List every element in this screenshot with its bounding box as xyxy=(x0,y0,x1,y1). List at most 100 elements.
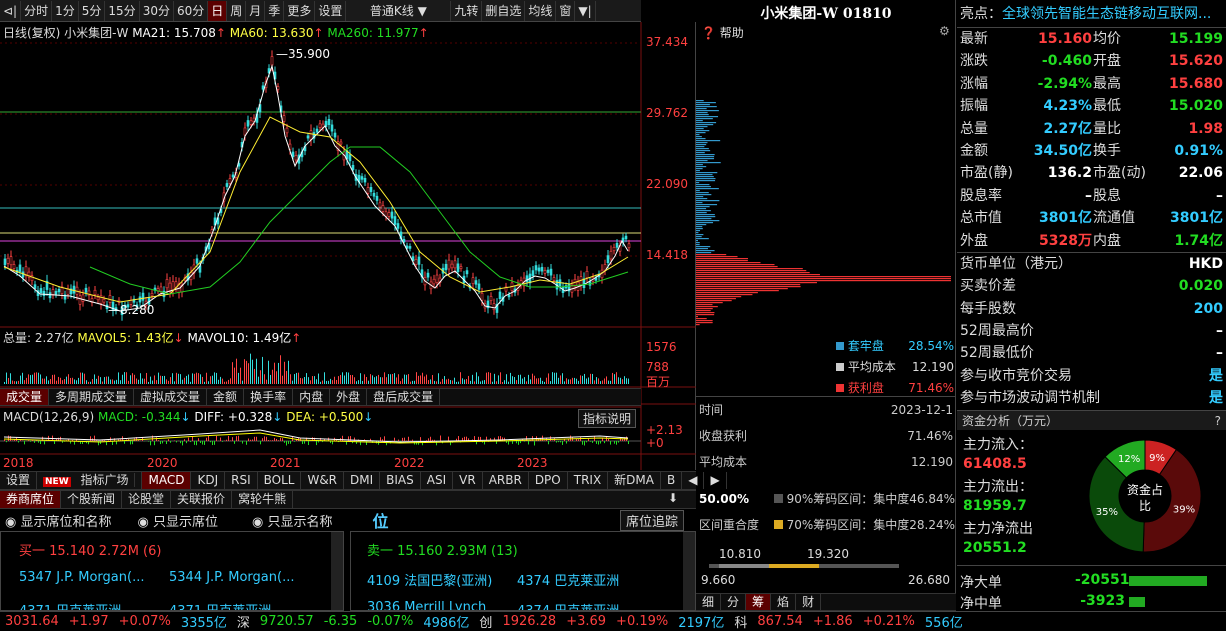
diff-value: DIFF: +0.328 xyxy=(194,410,273,424)
tab-indicator-square[interactable]: NEW 指标广场 xyxy=(37,472,143,489)
period-tab[interactable]: 60分 xyxy=(174,0,209,21)
quote-value: 15.680 xyxy=(1168,75,1223,92)
period-tab[interactable]: 30分 xyxy=(140,0,174,21)
prev-icon[interactable]: ⊲| xyxy=(0,0,22,21)
delete-watchlist-button[interactable]: 删自选 xyxy=(482,0,526,21)
quote-row: 总量 2.27亿 量比 1.98 xyxy=(960,118,1223,140)
buy-broker-a[interactable]: 4371 巴克莱亚洲 xyxy=(19,600,121,610)
tab-related-quotes[interactable]: 关联报价 xyxy=(171,491,233,508)
radio-seat-and-name[interactable]: ◉ 显示席位和名称 xyxy=(5,511,112,530)
tab-vr[interactable]: VR xyxy=(453,472,483,489)
tab-amount[interactable]: 金额 xyxy=(207,389,245,405)
donut-center-label: 资金占比 xyxy=(1127,482,1164,513)
period-tab[interactable]: 周 xyxy=(227,0,247,21)
index-status-bar[interactable]: 3031.64 +1.97 +0.07% 3355亿 深 9720.57 -6.… xyxy=(0,611,1226,631)
tab-flame[interactable]: 焰 xyxy=(771,594,797,610)
period-tab[interactable]: 月 xyxy=(246,0,266,21)
ma60-line xyxy=(3,116,629,303)
volume-tabs: 成交量 多周期成交量 虚拟成交量 金额 换手率 内盘 外盘 盘后成交量 xyxy=(0,388,641,406)
period-tab[interactable]: 15分 xyxy=(105,0,140,21)
period-tab-more[interactable]: 更多 xyxy=(284,0,316,21)
settings-button[interactable]: 设置 xyxy=(315,0,347,21)
chip-axis: 10.810 19.320 9.660 26.680 xyxy=(699,540,955,587)
cy-change: +3.69 xyxy=(566,614,607,629)
tab-settings[interactable]: 设置 xyxy=(0,472,38,489)
quote-value: 22.06 xyxy=(1178,165,1223,182)
quote-row: 股息率 – 股息 – xyxy=(960,185,1223,207)
highlight-bar[interactable]: 亮点：全球领先智能生态链移动互联网... xyxy=(957,0,1226,28)
tab-multi-period-volume[interactable]: 多周期成交量 xyxy=(49,389,135,405)
radio-seat-only[interactable]: ◉ 只显示席位 xyxy=(138,511,219,530)
tab-arbr[interactable]: ARBR xyxy=(483,472,529,489)
period-tab[interactable]: 5分 xyxy=(79,0,106,21)
help-button[interactable]: ❓ 帮助 xyxy=(701,24,744,41)
quote-key: 总量 xyxy=(960,120,988,137)
tab-volume[interactable]: 成交量 xyxy=(0,389,50,405)
tab-detail[interactable]: 细 xyxy=(696,594,722,610)
radio-name-only[interactable]: ◉ 只显示名称 xyxy=(252,511,333,530)
tab-kdj[interactable]: KDJ xyxy=(191,472,226,489)
tab-inner[interactable]: 内盘 xyxy=(293,389,331,405)
indicator-help-button[interactable]: 指标说明 xyxy=(578,409,637,428)
quote-key: 金额 xyxy=(960,142,988,159)
info-row: 52周最低价 – xyxy=(960,342,1223,364)
tab-dmi[interactable]: DMI xyxy=(344,472,381,489)
tab-finance[interactable]: 财 xyxy=(796,594,822,610)
info-row: 买卖价差 0.020 xyxy=(960,275,1223,297)
info-key: 52周最低价 xyxy=(960,345,1034,362)
macd-tick: +2.13 xyxy=(646,423,683,437)
tab-outer[interactable]: 外盘 xyxy=(330,389,368,405)
tab-after-hours[interactable]: 盘后成交量 xyxy=(367,389,441,405)
quote-value: 2.27亿 xyxy=(1043,120,1092,137)
download-icon[interactable]: ⬇ xyxy=(668,491,678,505)
max-price-label: —35.900 xyxy=(276,47,330,61)
volume-header: 总量: 2.27亿 MAVOL5: 1.43亿↓ MAVOL10: 1.49亿↑ xyxy=(3,331,302,345)
buy-broker-b[interactable]: 5344 J.P. Morgan(... xyxy=(169,570,294,585)
period-tab[interactable]: 分时 xyxy=(21,0,53,21)
tab-stock-news[interactable]: 个股新闻 xyxy=(61,491,123,508)
tab-new-dma[interactable]: 新DMA xyxy=(608,472,661,489)
sell-broker-b[interactable]: 4374 巴克莱亚洲 xyxy=(517,600,619,610)
buy-scrollbar[interactable] xyxy=(331,532,343,610)
broker-options: ◉ 显示席位和名称 ◉ 只显示席位 ◉ 只显示名称 位 席位追踪 xyxy=(0,509,696,531)
tab-asi[interactable]: ASI xyxy=(421,472,454,489)
nine-turn-button[interactable]: 九转 xyxy=(451,0,483,21)
tab-macd[interactable]: MACD xyxy=(142,472,192,489)
tab-minute[interactable]: 分 xyxy=(721,594,747,610)
tab-bias[interactable]: BIAS xyxy=(380,472,421,489)
tab-boll[interactable]: BOLL xyxy=(258,472,302,489)
tab-turnover[interactable]: 换手率 xyxy=(244,389,294,405)
period-tab-daily[interactable]: 日 xyxy=(208,0,228,21)
fund-analysis: 主力流入： 61408.5 主力流出： 81959.7 主力净流出 20551.… xyxy=(957,430,1226,565)
help-icon[interactable]: ? xyxy=(1215,411,1221,430)
expand-icon[interactable]: ▼| xyxy=(575,0,596,21)
tab-broker-seats[interactable]: 券商席位 xyxy=(0,491,62,508)
buy-broker-b[interactable]: 4371 巴克莱亚洲 xyxy=(169,600,271,610)
tab-dpo[interactable]: DPO xyxy=(529,472,568,489)
quote-key: 最高 xyxy=(1093,75,1121,92)
tab-wr[interactable]: W&R xyxy=(301,472,345,489)
tab-chip[interactable]: 筹 xyxy=(746,594,772,610)
dea-value: DEA: +0.500 xyxy=(286,410,364,424)
tab-trix[interactable]: TRIX xyxy=(568,472,609,489)
kline-chart-panel[interactable]: 日线(复权) 小米集团-W MA21: 15.708↑ MA60: 13.630… xyxy=(0,22,696,470)
tab-virtual-volume[interactable]: 虚拟成交量 xyxy=(134,389,208,405)
quote-key: 市盈(静) xyxy=(960,165,1013,182)
seat-trace-button[interactable]: 席位追踪 xyxy=(620,509,685,531)
sell-scrollbar[interactable] xyxy=(683,532,695,610)
kline-type-select[interactable]: 普通K线 ▼ xyxy=(346,0,452,21)
gear-icon[interactable]: ⚙ xyxy=(939,24,950,38)
ma-button[interactable]: 均线 xyxy=(525,0,557,21)
min-price-label: —8.280 xyxy=(108,303,155,317)
tab-rsi[interactable]: RSI xyxy=(225,472,258,489)
tab-warrants[interactable]: 窝轮牛熊 xyxy=(232,491,294,508)
tab-more[interactable]: B xyxy=(661,472,683,489)
tab-forum[interactable]: 论股堂 xyxy=(122,491,172,508)
sell-broker-b[interactable]: 4374 巴克莱亚洲 xyxy=(517,570,619,589)
window-button[interactable]: 窗 xyxy=(556,0,576,21)
buy-broker-a[interactable]: 5347 J.P. Morgan(... xyxy=(19,570,144,585)
period-tab[interactable]: 季 xyxy=(265,0,285,21)
sell-broker-a[interactable]: 4109 法国巴黎(亚洲) xyxy=(367,570,492,589)
sell-broker-a[interactable]: 3036 Merrill Lynch xyxy=(367,600,486,610)
period-tab[interactable]: 1分 xyxy=(52,0,79,21)
